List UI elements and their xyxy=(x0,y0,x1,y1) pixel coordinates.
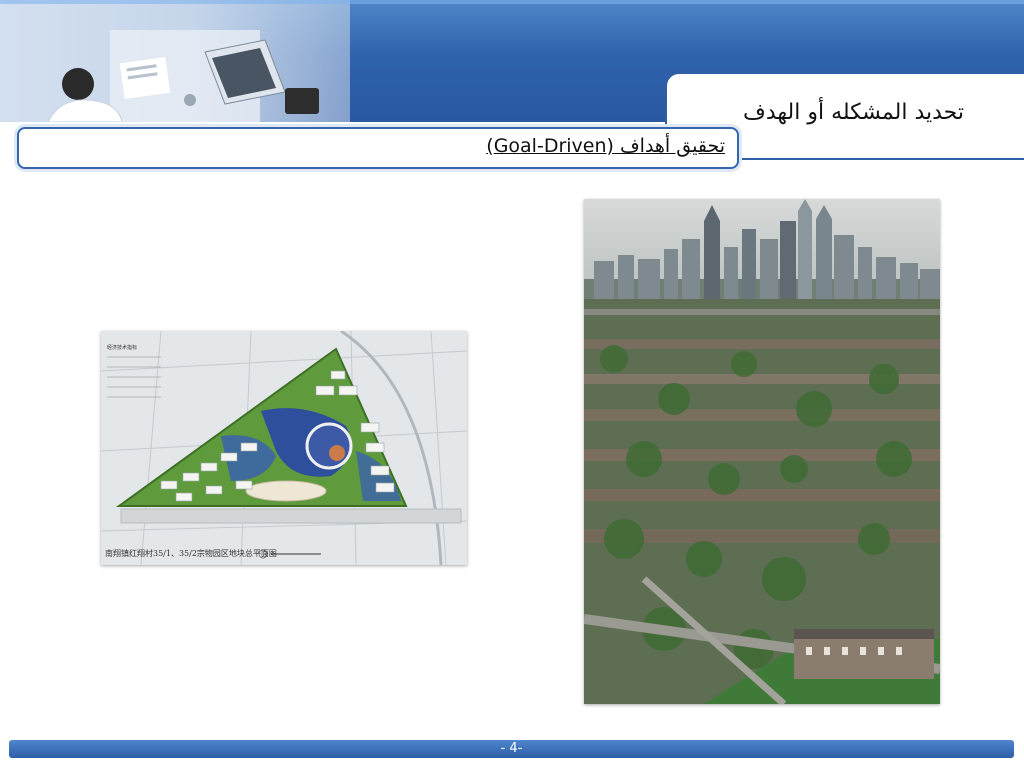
slide-title: تحديد المشكله أو الهدف xyxy=(743,100,964,125)
header-office-photo xyxy=(0,0,350,122)
site-plan-table-heading: 经济技术指标 xyxy=(107,344,137,351)
aerial-city-illustration xyxy=(584,199,940,704)
page-number: - 4- xyxy=(500,741,523,756)
office-scene-illustration xyxy=(0,0,350,122)
footer-bar: - 4- xyxy=(9,740,1014,758)
site-plan-image: 经济技术指标 南翔镇红翔村35/1、35/2宗物园区地块总平面图 xyxy=(101,331,467,565)
site-plan-caption: 南翔镇红翔村35/1、35/2宗物园区地块总平面图 xyxy=(105,549,277,558)
aerial-city-photo xyxy=(584,199,940,704)
subtitle-bar: تحقيق أهداف (Goal-Driven) xyxy=(17,127,739,169)
site-plan-drawing: 经济技术指标 xyxy=(101,331,467,565)
slide-subtitle: تحقيق أهداف (Goal-Driven) xyxy=(486,135,725,157)
